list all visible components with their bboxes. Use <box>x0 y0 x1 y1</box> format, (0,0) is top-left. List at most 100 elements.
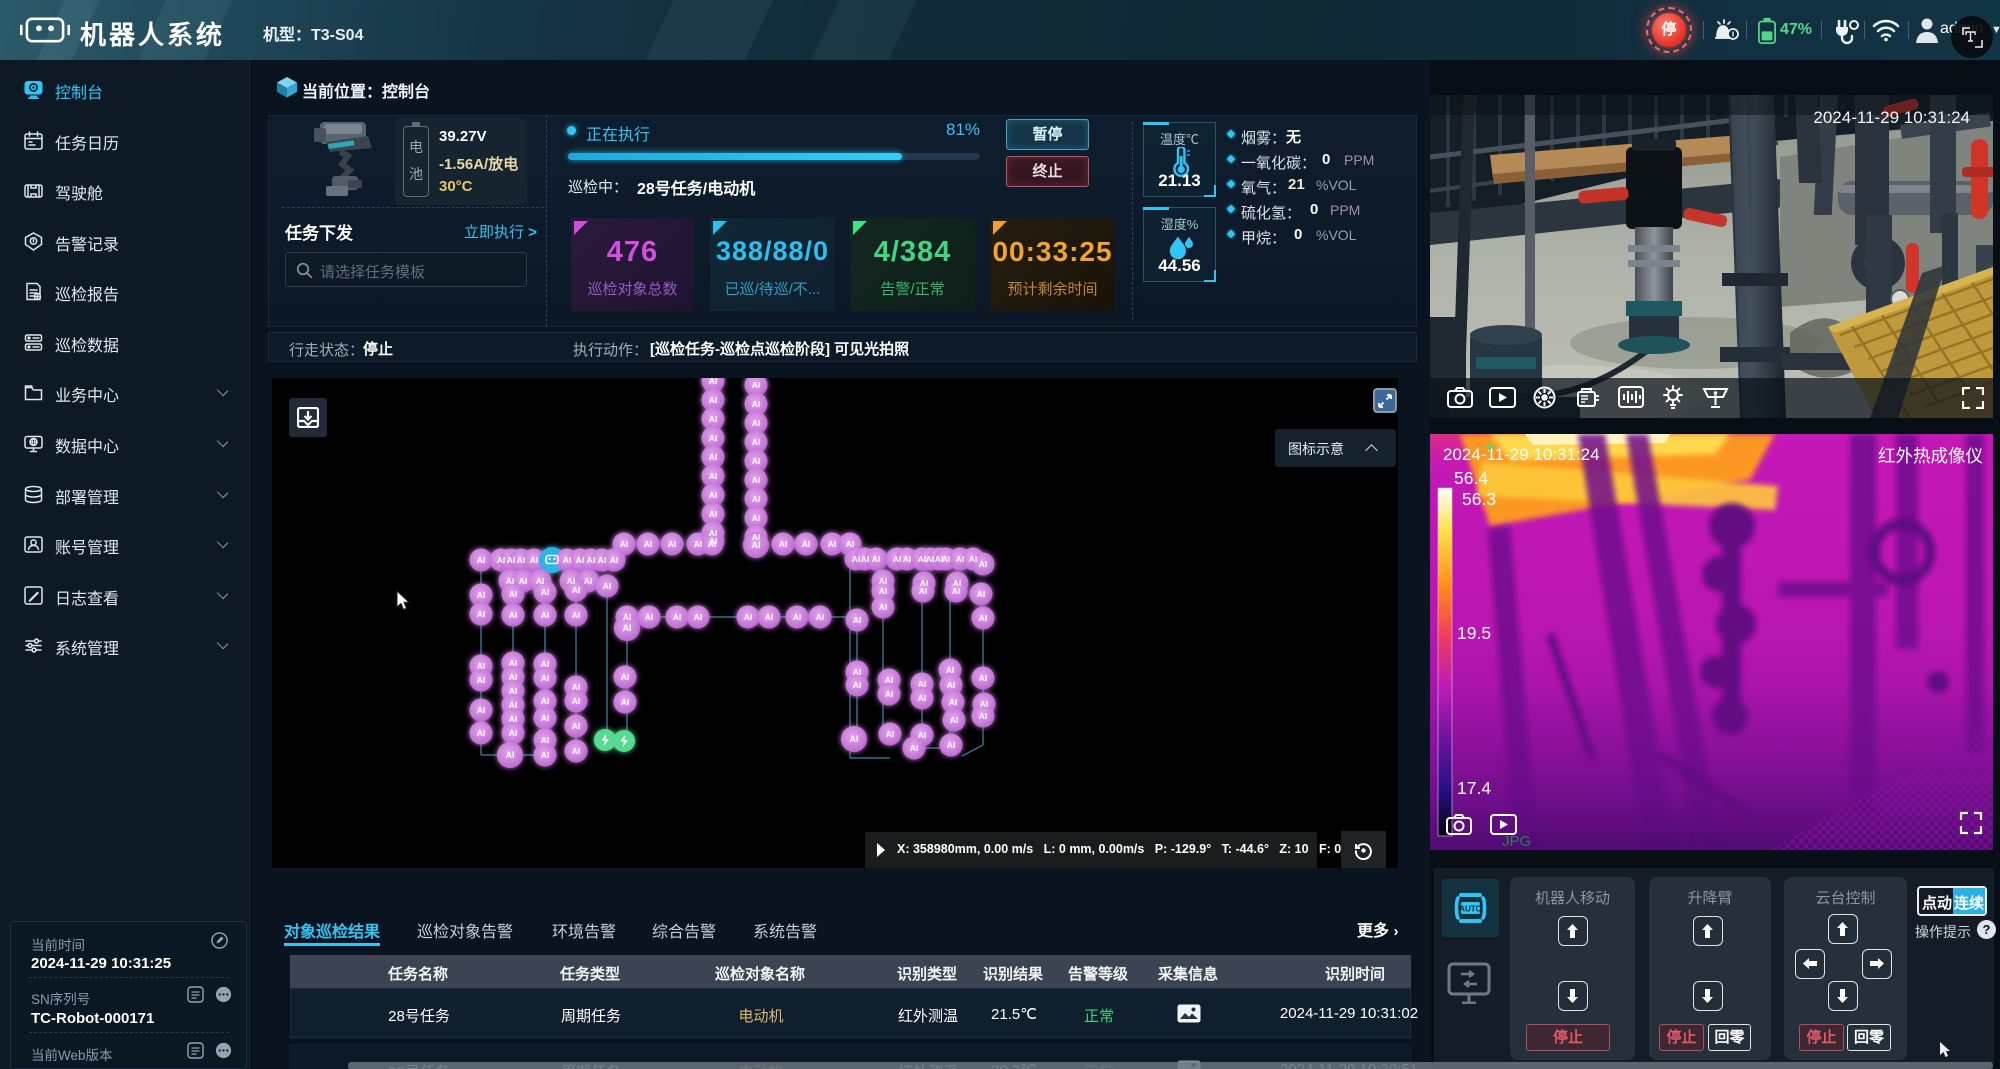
svg-text:AI: AI <box>563 555 572 565</box>
svg-text:AUTO: AUTO <box>1459 905 1482 914</box>
svg-text:AI: AI <box>709 490 718 500</box>
svg-text:AI: AI <box>477 728 486 738</box>
svg-text:AI: AI <box>497 555 506 565</box>
svg-text:AI: AI <box>477 590 486 600</box>
svg-text:AI: AI <box>519 576 528 586</box>
svg-text:AI: AI <box>572 746 581 756</box>
svg-text:AI: AI <box>708 539 717 549</box>
svg-text:AI: AI <box>621 697 630 707</box>
svg-text:AI: AI <box>517 555 526 565</box>
svg-text:AI: AI <box>980 699 989 709</box>
svg-text:AI: AI <box>893 554 902 564</box>
svg-text:AI: AI <box>572 696 581 706</box>
svg-text:AI: AI <box>709 452 718 462</box>
svg-text:AI: AI <box>477 705 486 715</box>
svg-text:AI: AI <box>709 433 718 443</box>
svg-text:AI: AI <box>620 539 629 549</box>
svg-text:AI: AI <box>709 378 718 386</box>
svg-text:AI: AI <box>979 673 988 683</box>
svg-text:AI: AI <box>752 418 761 428</box>
svg-text:AI: AI <box>903 554 912 564</box>
svg-text:AI: AI <box>509 658 518 668</box>
svg-text:AI: AI <box>644 539 653 549</box>
svg-text:AI: AI <box>506 750 515 760</box>
svg-text:2024-11-29 10:31:24: 2024-11-29 10:31:24 <box>1813 108 1970 127</box>
svg-text:AI: AI <box>816 612 825 622</box>
svg-text:AI: AI <box>853 667 862 677</box>
svg-text:红外热成像仪: 红外热成像仪 <box>1878 446 1983 466</box>
svg-text:AI: AI <box>752 513 761 523</box>
svg-text:AI: AI <box>477 675 486 685</box>
svg-text:AI: AI <box>979 711 988 721</box>
svg-text:AI: AI <box>694 612 703 622</box>
svg-text:AI: AI <box>919 586 928 596</box>
svg-text:AI: AI <box>879 576 888 586</box>
svg-text:AI: AI <box>828 539 837 549</box>
svg-text:AI: AI <box>765 612 774 622</box>
svg-text:AI: AI <box>885 675 894 685</box>
svg-text:AI: AI <box>956 554 965 564</box>
svg-text:AI: AI <box>779 539 788 549</box>
svg-text:AI: AI <box>885 689 894 699</box>
svg-text:AI: AI <box>587 555 596 565</box>
svg-text:AI: AI <box>694 539 703 549</box>
svg-text:AI: AI <box>752 540 761 550</box>
svg-text:AI: AI <box>872 554 881 564</box>
svg-text:56.3: 56.3 <box>1462 489 1496 509</box>
svg-text:AI: AI <box>507 555 516 565</box>
svg-text:AI: AI <box>752 437 761 447</box>
svg-text:AI: AI <box>477 609 486 619</box>
svg-text:AI: AI <box>576 555 585 565</box>
svg-text:AI: AI <box>979 559 988 569</box>
svg-text:AI: AI <box>598 555 607 565</box>
svg-text:AI: AI <box>621 672 630 682</box>
svg-text:AI: AI <box>536 576 545 586</box>
svg-text:AI: AI <box>509 714 518 724</box>
svg-text:AI: AI <box>509 672 518 682</box>
svg-text:AI: AI <box>709 471 718 481</box>
svg-text:AI: AI <box>744 612 753 622</box>
svg-text:AI: AI <box>850 734 859 744</box>
svg-text:AI: AI <box>918 693 927 703</box>
svg-text:AI: AI <box>541 610 550 620</box>
svg-text:AI: AI <box>623 612 632 622</box>
svg-text:AI: AI <box>861 554 870 564</box>
svg-text:AI: AI <box>879 586 888 596</box>
svg-text:AI: AI <box>541 735 550 745</box>
svg-text:AI: AI <box>802 539 811 549</box>
svg-text:AI: AI <box>572 721 581 731</box>
svg-text:AI: AI <box>541 587 550 597</box>
svg-text:JPG: JPG <box>1502 833 1531 850</box>
svg-text:AI: AI <box>673 612 682 622</box>
svg-text:AI: AI <box>709 414 718 424</box>
svg-text:AI: AI <box>709 509 718 519</box>
svg-text:AI: AI <box>926 554 935 564</box>
svg-text:AI: AI <box>910 743 919 753</box>
svg-text:AI: AI <box>952 586 961 596</box>
svg-text:AI: AI <box>918 730 927 740</box>
svg-text:AI: AI <box>509 728 518 738</box>
svg-text:AI: AI <box>853 680 862 690</box>
svg-text:AI: AI <box>509 610 518 620</box>
svg-text:AI: AI <box>752 456 761 466</box>
svg-text:AI: AI <box>709 395 718 405</box>
svg-text:AI: AI <box>946 665 955 675</box>
svg-text:AI: AI <box>853 615 862 625</box>
svg-text:2024-11-29 10:31:24: 2024-11-29 10:31:24 <box>1443 445 1600 464</box>
svg-text:AI: AI <box>572 682 581 692</box>
svg-text:AI: AI <box>541 659 550 669</box>
svg-text:AI: AI <box>509 686 518 696</box>
svg-text:AI: AI <box>623 623 632 633</box>
svg-text:AI: AI <box>886 729 895 739</box>
svg-text:AI: AI <box>950 715 959 725</box>
svg-text:56.4: 56.4 <box>1454 468 1488 488</box>
svg-text:AI: AI <box>752 494 761 504</box>
svg-text:AI: AI <box>477 555 486 565</box>
svg-text:AI: AI <box>846 539 855 549</box>
svg-text:AI: AI <box>879 602 888 612</box>
svg-text:AI: AI <box>530 555 539 565</box>
svg-text:AI: AI <box>969 554 978 564</box>
svg-text:AI: AI <box>645 612 654 622</box>
svg-text:AI: AI <box>947 740 956 750</box>
svg-text:AI: AI <box>572 585 581 595</box>
